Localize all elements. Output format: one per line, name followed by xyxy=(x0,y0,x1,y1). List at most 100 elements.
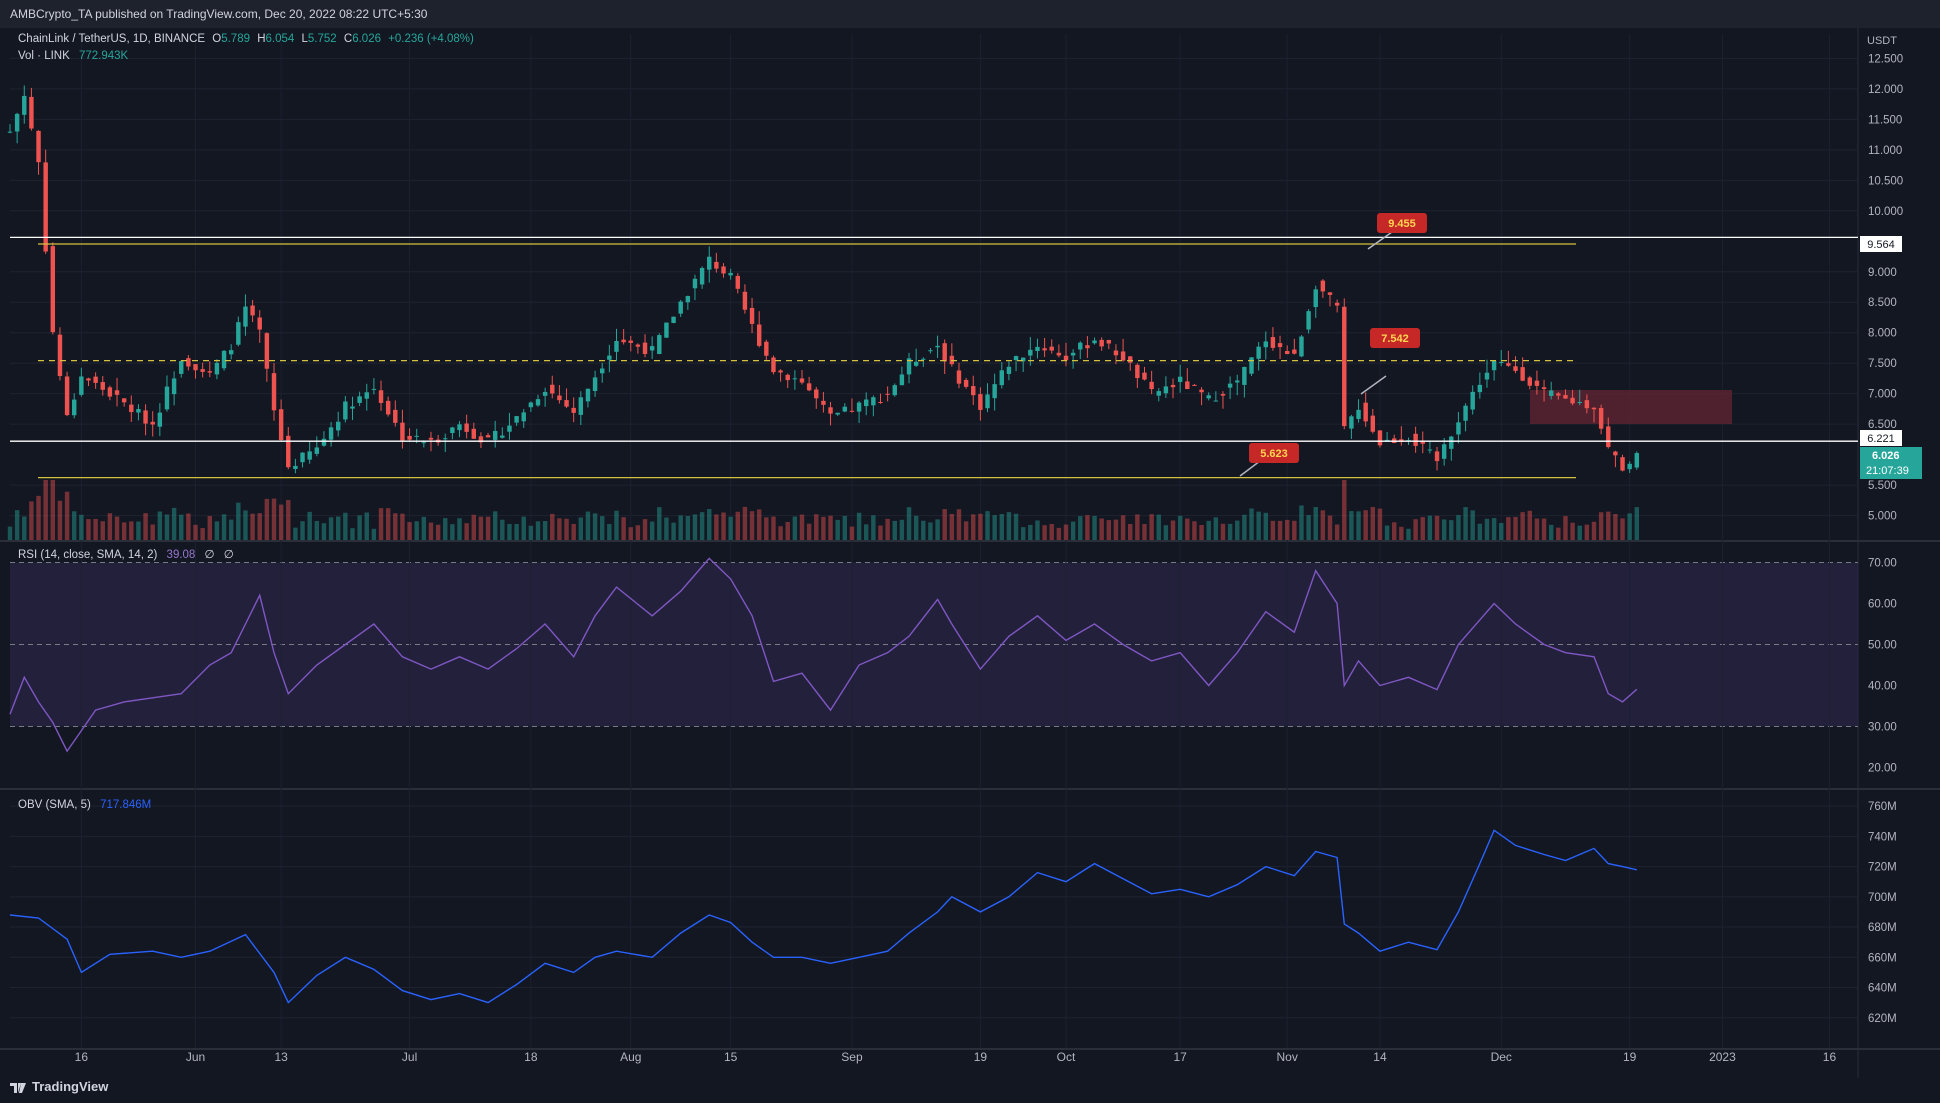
candle-body xyxy=(1356,409,1361,419)
volume-bar xyxy=(871,515,876,540)
candle-body xyxy=(100,382,105,390)
volume-bar xyxy=(1156,514,1161,540)
candle-body xyxy=(956,370,962,384)
volume-bar xyxy=(50,480,56,540)
candle-body xyxy=(336,421,341,431)
volume-bar xyxy=(414,521,419,540)
volume-bar xyxy=(856,512,862,540)
candle-body xyxy=(707,256,712,270)
volume-bar xyxy=(114,516,120,540)
candle-body xyxy=(1420,441,1425,444)
candle-body xyxy=(1299,336,1304,357)
volume-bar xyxy=(542,521,548,540)
volume-bar xyxy=(186,513,191,540)
candle-body xyxy=(806,383,812,391)
svg-text:ChainLink / TetherUS, 1D, BINA: ChainLink / TetherUS, 1D, BINANCE O5.789… xyxy=(18,33,474,45)
volume-bar xyxy=(1063,524,1069,540)
candle-body xyxy=(1627,463,1632,470)
candle-body xyxy=(136,408,141,413)
candle-body xyxy=(756,324,762,346)
volume-bar xyxy=(93,518,98,540)
candle-body xyxy=(86,378,91,381)
candle-body xyxy=(1434,451,1440,462)
candle-body xyxy=(678,301,683,314)
volume-bars xyxy=(7,480,1640,540)
volume-bar xyxy=(671,522,676,540)
volume-bar xyxy=(271,498,277,540)
obv-tick-label: 760M xyxy=(1868,801,1897,813)
candle-body xyxy=(1156,391,1161,396)
candle-body xyxy=(1413,433,1418,446)
volume-bar xyxy=(564,518,569,540)
candle-body xyxy=(1192,384,1197,386)
volume-bar xyxy=(699,512,705,540)
tradingview-logo[interactable]: TradingView xyxy=(10,1079,108,1095)
candle-body xyxy=(542,391,548,396)
volume-bar xyxy=(1342,480,1347,540)
price-legend: ChainLink / TetherUS, 1D, BINANCE O5.789… xyxy=(18,33,474,62)
volume-bar xyxy=(835,519,840,540)
volume-bar xyxy=(1249,508,1254,540)
rsi-tick-label: 70.00 xyxy=(1868,558,1897,570)
rsi-tick-label: 40.00 xyxy=(1868,681,1897,693)
volume-bar xyxy=(36,495,41,540)
volume-bar xyxy=(1206,520,1211,540)
volume-bar xyxy=(878,525,883,540)
candle-body xyxy=(257,317,262,330)
candle-body xyxy=(1327,292,1333,295)
volume-bar xyxy=(1484,518,1490,540)
volume-bar xyxy=(828,515,833,540)
volume-bar xyxy=(664,517,669,540)
chart[interactable]: 9.455 7.542 5.623 ChainLink / TetherUS, … xyxy=(0,28,1940,1086)
tradingview-icon xyxy=(10,1082,26,1093)
price-tag-last: 6.026 21:07:39 xyxy=(1860,447,1922,479)
symbol-label: ChainLink / TetherUS, 1D, BINANCE xyxy=(18,33,205,45)
candle-body xyxy=(1063,355,1069,361)
volume-bar xyxy=(585,511,591,540)
volume-bar xyxy=(129,521,134,540)
candle-body xyxy=(714,261,719,269)
volume-bar xyxy=(407,522,412,540)
candle-body xyxy=(642,342,648,355)
volume-bar xyxy=(121,522,127,540)
volume-bar xyxy=(885,518,890,540)
volume-bar xyxy=(864,524,869,540)
candle-body xyxy=(207,371,212,373)
volume-bar xyxy=(29,501,34,540)
volume-bar xyxy=(171,507,177,540)
volume-bar xyxy=(1470,510,1475,540)
candle-body xyxy=(1099,339,1104,347)
candle-body xyxy=(849,410,855,412)
price-tick-label: 11.500 xyxy=(1868,114,1902,126)
volume-bar xyxy=(1513,516,1518,540)
volume-bar xyxy=(1220,523,1226,540)
candle-body xyxy=(457,424,462,431)
volume-bar xyxy=(1613,513,1618,540)
candle-body xyxy=(978,394,983,410)
candle-body xyxy=(357,396,362,403)
volume-bar xyxy=(528,525,534,540)
volume-bar xyxy=(314,520,320,540)
volume-bar xyxy=(999,514,1004,540)
candle-body xyxy=(400,422,405,441)
candle-body xyxy=(428,437,434,440)
rsi-legend: RSI (14, close, SMA, 14, 2) 39.08 ∅ ∅ xyxy=(18,549,234,561)
candle-body xyxy=(228,350,234,355)
volume-bar xyxy=(592,513,598,540)
volume-bar xyxy=(557,518,562,540)
volume-bar xyxy=(207,516,212,540)
time-tick-label: Dec xyxy=(1491,1050,1512,1064)
volume-bar xyxy=(1113,519,1119,540)
time-tick-label: 13 xyxy=(274,1050,288,1064)
candle-body xyxy=(171,378,177,395)
price-tick-label: 12.000 xyxy=(1868,84,1903,96)
candle-body xyxy=(935,345,940,348)
candle-body xyxy=(1620,457,1625,471)
volume-bar xyxy=(428,522,434,540)
annotation-5623: 5.623 xyxy=(1239,443,1299,477)
candle-body xyxy=(1006,366,1012,374)
candle-body xyxy=(921,358,926,360)
rsi-tick-label: 30.00 xyxy=(1868,722,1897,734)
time-tick-label: 14 xyxy=(1373,1050,1387,1064)
volume-bar xyxy=(1284,519,1290,540)
